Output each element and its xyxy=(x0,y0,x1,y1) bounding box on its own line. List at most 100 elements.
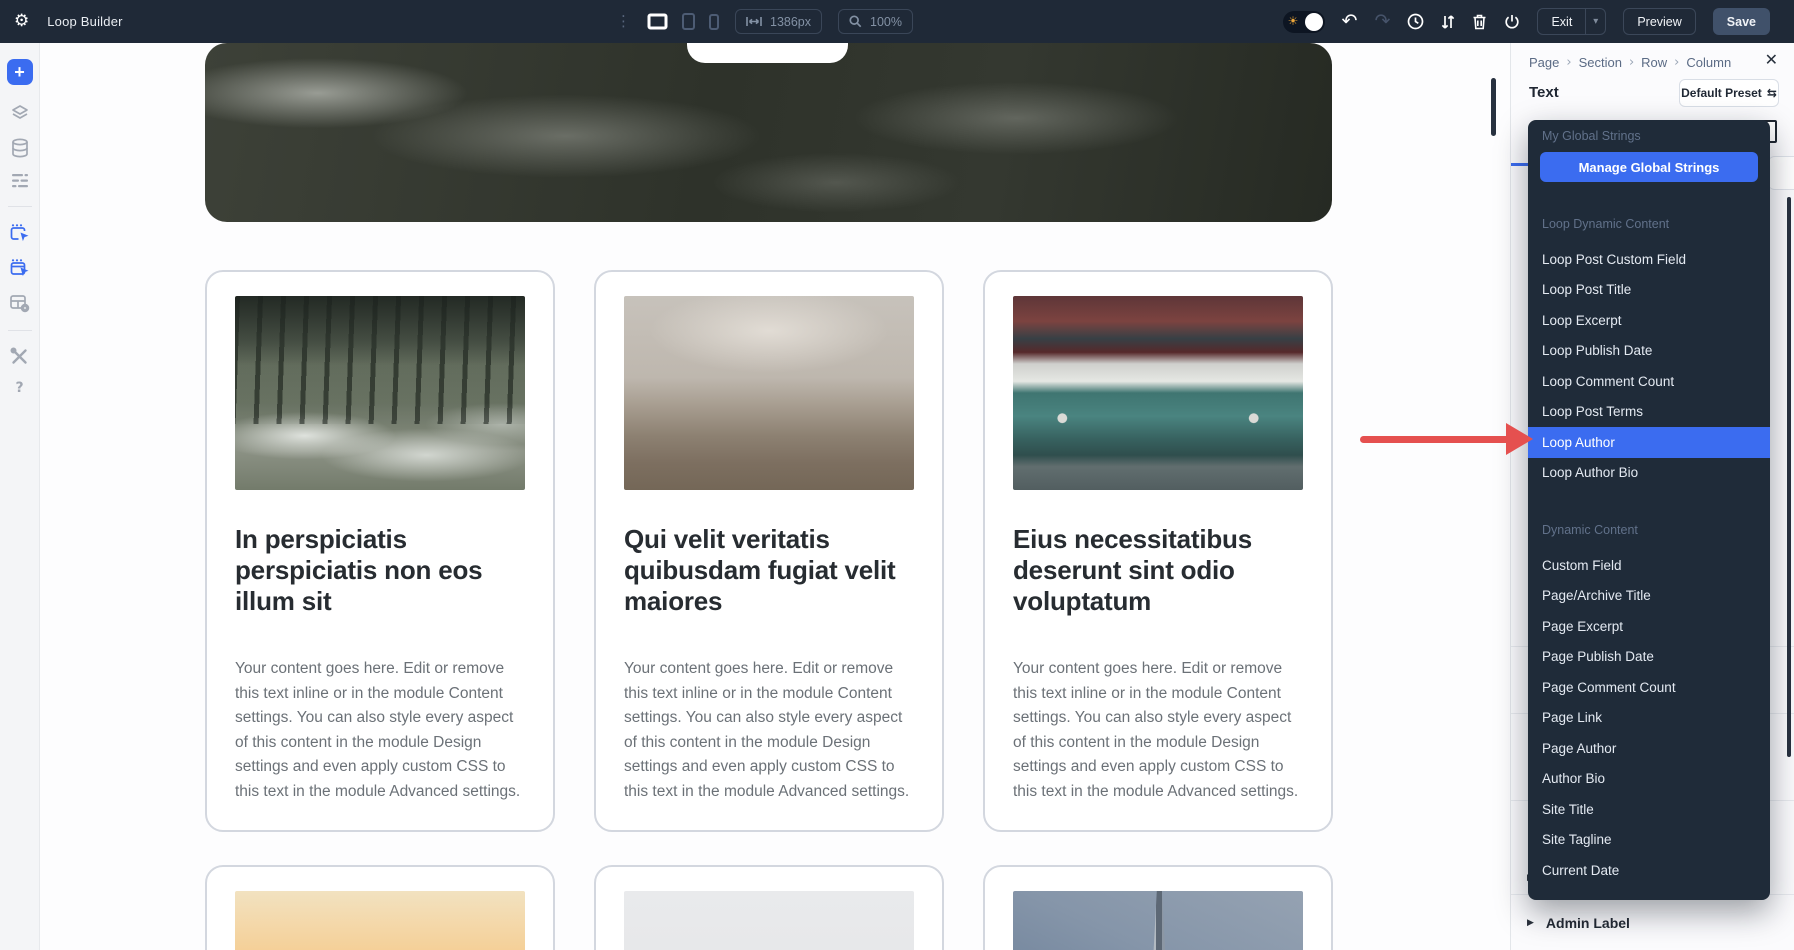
history-clock-icon[interactable] xyxy=(1407,13,1424,30)
post-title: In perspiciatis perspiciatis non eos ill… xyxy=(235,524,525,617)
canvas-width-value: 1386px xyxy=(770,15,811,29)
dropdown-section-label: Loop Dynamic Content xyxy=(1542,216,1756,232)
light-dark-mode-toggle[interactable]: ☀ xyxy=(1283,11,1325,33)
dropdown-item[interactable]: Site Title xyxy=(1528,794,1770,825)
zoom-magnifier-icon xyxy=(849,15,862,28)
post-image xyxy=(1013,296,1303,490)
breadcrumb: Page › Section › Row › Column xyxy=(1529,55,1731,70)
post-body-text: Your content goes here. Edit or remove t… xyxy=(1013,657,1303,804)
layers-icon[interactable] xyxy=(10,103,30,123)
post-image xyxy=(235,296,525,490)
dropdown-item[interactable]: Loop Comment Count xyxy=(1528,366,1770,397)
dropdown-item[interactable]: Page/Archive Title xyxy=(1528,581,1770,612)
breadcrumb-section[interactable]: Section xyxy=(1579,55,1622,70)
post-image xyxy=(624,296,914,490)
selector-window-alt-icon[interactable] xyxy=(9,258,30,278)
dropdown-item[interactable]: Current Date xyxy=(1528,855,1770,886)
post-card[interactable] xyxy=(594,865,944,950)
global-strings-section-label: My Global Strings xyxy=(1542,128,1756,144)
dropdown-item[interactable]: Page Publish Date xyxy=(1528,642,1770,673)
post-grid-row-1: In perspiciatis perspiciatis non eos ill… xyxy=(205,270,1333,832)
dropdown-item[interactable]: Site Tagline xyxy=(1528,825,1770,856)
post-title: Eius necessitatibus deserunt sint odio v… xyxy=(1013,524,1303,617)
dropdown-item-list: Custom FieldPage/Archive TitlePage Excer… xyxy=(1528,550,1770,886)
zoom-field[interactable]: 100% xyxy=(838,9,913,34)
sidebar-divider xyxy=(8,330,32,331)
canvas-scrollbar[interactable] xyxy=(1491,78,1496,136)
hero-image[interactable] xyxy=(205,43,1332,222)
panel-scrollbar[interactable] xyxy=(1787,197,1791,757)
hero-button-partial[interactable] xyxy=(687,43,848,63)
save-button[interactable]: Save xyxy=(1713,8,1770,35)
post-title: Qui velit veritatis quibusdam fugiat vel… xyxy=(624,524,914,617)
dropdown-item[interactable]: Loop Author Bio xyxy=(1528,458,1770,489)
post-card[interactable]: Eius necessitatibus deserunt sint odio v… xyxy=(983,270,1333,832)
redo-icon[interactable]: ↷ xyxy=(1375,12,1391,31)
preview-button-label: Preview xyxy=(1624,15,1694,29)
database-icon[interactable] xyxy=(11,138,29,158)
dropdown-item[interactable]: Custom Field xyxy=(1528,550,1770,581)
post-card[interactable] xyxy=(205,865,555,950)
dropdown-item[interactable]: Loop Publish Date xyxy=(1528,336,1770,367)
canvas-width-field[interactable]: 1386px xyxy=(735,9,822,34)
desktop-breakpoint-icon[interactable] xyxy=(647,13,668,30)
exit-caret-icon[interactable]: ▾ xyxy=(1585,9,1605,34)
breadcrumb-row[interactable]: Row xyxy=(1641,55,1667,70)
dropdown-item[interactable]: Loop Post Terms xyxy=(1528,397,1770,428)
partial-select-box xyxy=(1767,156,1794,190)
breadcrumb-page[interactable]: Page xyxy=(1529,55,1559,70)
dropdown-item[interactable]: Page Link xyxy=(1528,703,1770,734)
preview-button[interactable]: Preview xyxy=(1623,8,1695,35)
selector-window-icon[interactable] xyxy=(9,223,30,243)
breadcrumb-column[interactable]: Column xyxy=(1686,55,1731,70)
dynamic-data-dropdown: My Global Strings Manage Global Strings … xyxy=(1528,120,1770,900)
breadcrumb-separator-icon: › xyxy=(1629,56,1634,69)
app-title: Loop Builder xyxy=(47,14,122,29)
more-options-kebab-icon[interactable]: ⋮ xyxy=(616,14,631,29)
power-icon[interactable] xyxy=(1504,14,1520,30)
left-sidebar: + xyxy=(0,43,40,950)
dropdown-item-list: Loop Post Custom FieldLoop Post TitleLoo… xyxy=(1528,244,1770,488)
dropdown-section: Dynamic Content Custom FieldPage/Archive… xyxy=(1528,522,1770,886)
global-settings-list-icon[interactable] xyxy=(11,173,29,189)
builder-settings-gear-icon[interactable]: ⚙ xyxy=(14,13,29,30)
dropdown-item[interactable]: Loop Excerpt xyxy=(1528,305,1770,336)
breadcrumb-separator-icon: › xyxy=(1566,56,1571,69)
sidebar-divider xyxy=(8,206,32,207)
exit-button-label: Exit xyxy=(1538,15,1585,29)
dropdown-section: Loop Dynamic Content Loop Post Custom Fi… xyxy=(1528,216,1770,488)
preset-swap-icon: ⇆ xyxy=(1767,87,1777,99)
post-body-text: Your content goes here. Edit or remove t… xyxy=(624,657,914,804)
module-settings-icon[interactable] xyxy=(9,293,30,313)
dropdown-item[interactable]: Loop Post Custom Field xyxy=(1528,244,1770,275)
post-card[interactable] xyxy=(983,865,1333,950)
collapse-triangle-icon: ▶ xyxy=(1527,919,1534,928)
width-arrows-icon xyxy=(746,16,762,27)
post-card[interactable]: In perspiciatis perspiciatis non eos ill… xyxy=(205,270,555,832)
dropdown-sections: Loop Dynamic Content Loop Post Custom Fi… xyxy=(1528,216,1770,886)
post-card[interactable]: Qui velit veritatis quibusdam fugiat vel… xyxy=(594,270,944,832)
post-image xyxy=(235,891,525,950)
dropdown-item[interactable]: Loop Author xyxy=(1528,427,1770,458)
phone-breakpoint-icon[interactable] xyxy=(709,14,719,30)
admin-label-section-row[interactable]: ▶ Admin Label xyxy=(1527,915,1630,931)
manage-global-strings-button[interactable]: Manage Global Strings xyxy=(1540,152,1758,182)
undo-icon[interactable]: ↶ xyxy=(1342,12,1358,31)
breadcrumb-separator-icon: › xyxy=(1674,56,1679,69)
post-grid-row-2 xyxy=(205,865,1333,950)
exit-button[interactable]: Exit ▾ xyxy=(1537,8,1606,35)
help-icon[interactable]: ? xyxy=(15,381,23,395)
dropdown-item[interactable]: Page Excerpt xyxy=(1528,611,1770,642)
dropdown-item[interactable]: Page Author xyxy=(1528,733,1770,764)
default-preset-button[interactable]: Default Preset ⇆ xyxy=(1679,79,1779,107)
zoom-value: 100% xyxy=(870,15,902,29)
tools-wrench-icon[interactable] xyxy=(10,347,29,366)
dropdown-item[interactable]: Author Bio xyxy=(1528,764,1770,795)
dropdown-item[interactable]: Loop Post Title xyxy=(1528,275,1770,306)
dropdown-item[interactable]: Page Comment Count xyxy=(1528,672,1770,703)
trash-icon[interactable] xyxy=(1472,14,1487,30)
close-panel-icon[interactable]: ✕ xyxy=(1765,52,1778,68)
sort-arrows-icon[interactable] xyxy=(1441,14,1455,30)
tablet-breakpoint-icon[interactable] xyxy=(682,13,695,30)
add-element-button[interactable]: + xyxy=(7,59,33,85)
